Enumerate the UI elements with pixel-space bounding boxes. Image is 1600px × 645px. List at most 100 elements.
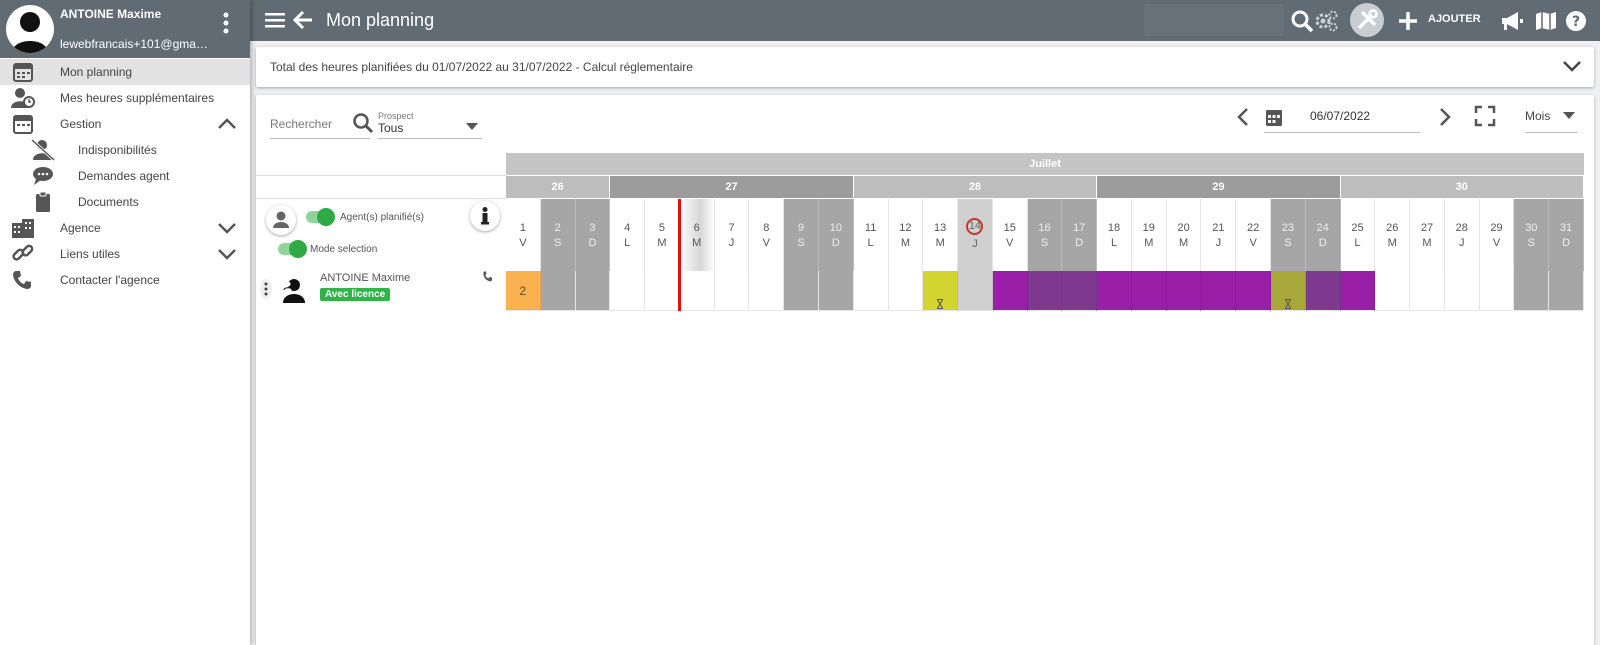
day-header-18[interactable]: 18 L: [1097, 199, 1132, 271]
planning-slot-22[interactable]: [1236, 271, 1272, 311]
planning-slot-5[interactable]: [645, 271, 680, 311]
hours-summary-panel[interactable]: Total des heures planifiées du 01/07/202…: [256, 47, 1594, 87]
avatar[interactable]: [6, 5, 54, 53]
sidebar-item-gestion[interactable]: Gestion: [0, 111, 250, 137]
sidebar-item-demandes-agent[interactable]: Demandes agent: [0, 163, 250, 189]
day-header-12[interactable]: 12 M: [889, 199, 924, 271]
kebab-menu-icon[interactable]: [218, 12, 234, 34]
day-header-15[interactable]: 15 V: [993, 199, 1028, 271]
planning-slot-25[interactable]: [1340, 271, 1376, 311]
day-header-21[interactable]: 21 J: [1201, 199, 1237, 271]
gears-icon[interactable]: [1314, 9, 1338, 33]
planning-slot-23[interactable]: [1271, 271, 1306, 311]
day-header-4[interactable]: 4L: [610, 199, 646, 271]
planning-slot-6[interactable]: [679, 271, 715, 311]
calendar-icon[interactable]: [1264, 107, 1284, 127]
planning-slot-24[interactable]: [1305, 271, 1341, 311]
row-menu-icon[interactable]: [260, 279, 272, 299]
caret-down-icon[interactable]: [1563, 112, 1575, 120]
planning-slot-14[interactable]: [958, 271, 993, 311]
day-header-3[interactable]: 3D: [575, 199, 611, 271]
chevron-up-icon[interactable]: [216, 117, 238, 131]
day-header-13[interactable]: 13 M: [923, 199, 959, 271]
day-header-25[interactable]: 25 L: [1341, 199, 1376, 271]
planning-slot-27[interactable]: [1410, 271, 1445, 311]
day-header-7[interactable]: 7J: [715, 199, 750, 271]
sidebar-item-documents[interactable]: Documents: [0, 189, 250, 215]
sidebar-item-contacter-agence[interactable]: Contacter l'agence: [0, 267, 250, 293]
chevron-left-icon[interactable]: [1234, 107, 1252, 127]
day-header-17[interactable]: 17 D: [1062, 199, 1098, 271]
help-icon[interactable]: ?: [1564, 9, 1588, 33]
planning-slot-4[interactable]: [610, 271, 646, 311]
chevron-right-icon[interactable]: [1436, 107, 1454, 127]
day-header-30[interactable]: 30 S: [1514, 199, 1550, 271]
prospect-select[interactable]: Tous: [378, 121, 403, 135]
day-header-8[interactable]: 8V: [749, 199, 785, 271]
planning-slot-30[interactable]: [1514, 271, 1550, 311]
planning-slot-26[interactable]: [1375, 271, 1411, 311]
add-button[interactable]: AJOUTER: [1428, 13, 1481, 25]
phone-icon[interactable]: [482, 271, 494, 283]
day-header-23[interactable]: 23 S: [1271, 199, 1306, 271]
sidebar-item-indisponibilites[interactable]: Indisponibilités: [0, 137, 250, 163]
planning-slot-31[interactable]: [1549, 271, 1584, 311]
hamburger-menu-icon[interactable]: [264, 10, 286, 30]
planning-slot-9[interactable]: [784, 271, 819, 311]
day-header-31[interactable]: 31 D: [1549, 199, 1584, 271]
day-header-11[interactable]: 11 L: [854, 199, 889, 271]
planning-slot-21[interactable]: [1201, 271, 1237, 311]
day-header-27[interactable]: 27 M: [1410, 199, 1445, 271]
chevron-down-icon[interactable]: [216, 221, 238, 235]
day-header-24[interactable]: 24 D: [1305, 199, 1341, 271]
planning-slot-13[interactable]: [923, 271, 959, 311]
day-header-2[interactable]: 2S: [540, 199, 576, 271]
chevron-down-icon[interactable]: [216, 247, 238, 261]
day-header-26[interactable]: 26 M: [1375, 199, 1411, 271]
plus-icon[interactable]: [1396, 9, 1420, 33]
day-header-22[interactable]: 22 V: [1236, 199, 1272, 271]
planning-slot-10[interactable]: [818, 271, 854, 311]
search-icon[interactable]: [352, 112, 374, 134]
back-arrow-icon[interactable]: [292, 9, 314, 31]
planning-slot-11[interactable]: [853, 271, 889, 311]
fullscreen-icon[interactable]: [1474, 105, 1496, 127]
day-header-20[interactable]: 20 M: [1167, 199, 1202, 271]
view-select[interactable]: Mois: [1525, 109, 1550, 123]
megaphone-icon[interactable]: [1500, 9, 1524, 33]
planning-slot-19[interactable]: [1131, 271, 1167, 311]
day-header-28[interactable]: 28 J: [1445, 199, 1480, 271]
info-button[interactable]: [470, 201, 500, 231]
planning-slot-2[interactable]: [540, 271, 576, 311]
day-header-9[interactable]: 9S: [784, 199, 819, 271]
selection-mode-toggle[interactable]: [278, 240, 307, 258]
sidebar-item-mon-planning[interactable]: Mon planning: [0, 59, 250, 85]
search-icon[interactable]: [1290, 9, 1314, 33]
agent-name[interactable]: ANTOINE Maxime: [320, 272, 410, 284]
agents-planned-toggle[interactable]: [306, 208, 335, 226]
day-header-19[interactable]: 19 M: [1132, 199, 1167, 271]
top-search-field[interactable]: [1144, 4, 1284, 36]
planning-slot-15[interactable]: [992, 271, 1028, 311]
day-header-14[interactable]: 14 J: [958, 199, 993, 271]
day-header-10[interactable]: 10 D: [818, 199, 854, 271]
day-header-1[interactable]: 1V: [506, 199, 541, 271]
sidebar-item-liens-utiles[interactable]: Liens utiles: [0, 241, 250, 267]
book-map-icon[interactable]: [1534, 9, 1558, 33]
planning-slot-20[interactable]: [1166, 271, 1202, 311]
sidebar-item-agence[interactable]: Agence: [0, 215, 250, 241]
planning-slot-16[interactable]: [1027, 271, 1063, 311]
day-header-6[interactable]: 6M: [679, 199, 715, 271]
planning-slot-12[interactable]: [888, 271, 924, 311]
search-input[interactable]: Rechercher: [270, 117, 332, 131]
day-header-16[interactable]: 16 S: [1027, 199, 1063, 271]
sidebar-item-heures-supplementaires[interactable]: Mes heures supplémentaires: [0, 85, 250, 111]
day-header-5[interactable]: 5M: [645, 199, 680, 271]
planning-slot-3[interactable]: [575, 271, 611, 311]
planning-slot-17[interactable]: [1062, 271, 1098, 311]
planning-slot-1[interactable]: 2: [506, 271, 541, 311]
tools-button[interactable]: [1350, 3, 1384, 37]
date-field[interactable]: 06/07/2022: [1310, 109, 1370, 123]
planning-slot-8[interactable]: [749, 271, 785, 311]
chevron-down-icon[interactable]: [1562, 59, 1582, 73]
